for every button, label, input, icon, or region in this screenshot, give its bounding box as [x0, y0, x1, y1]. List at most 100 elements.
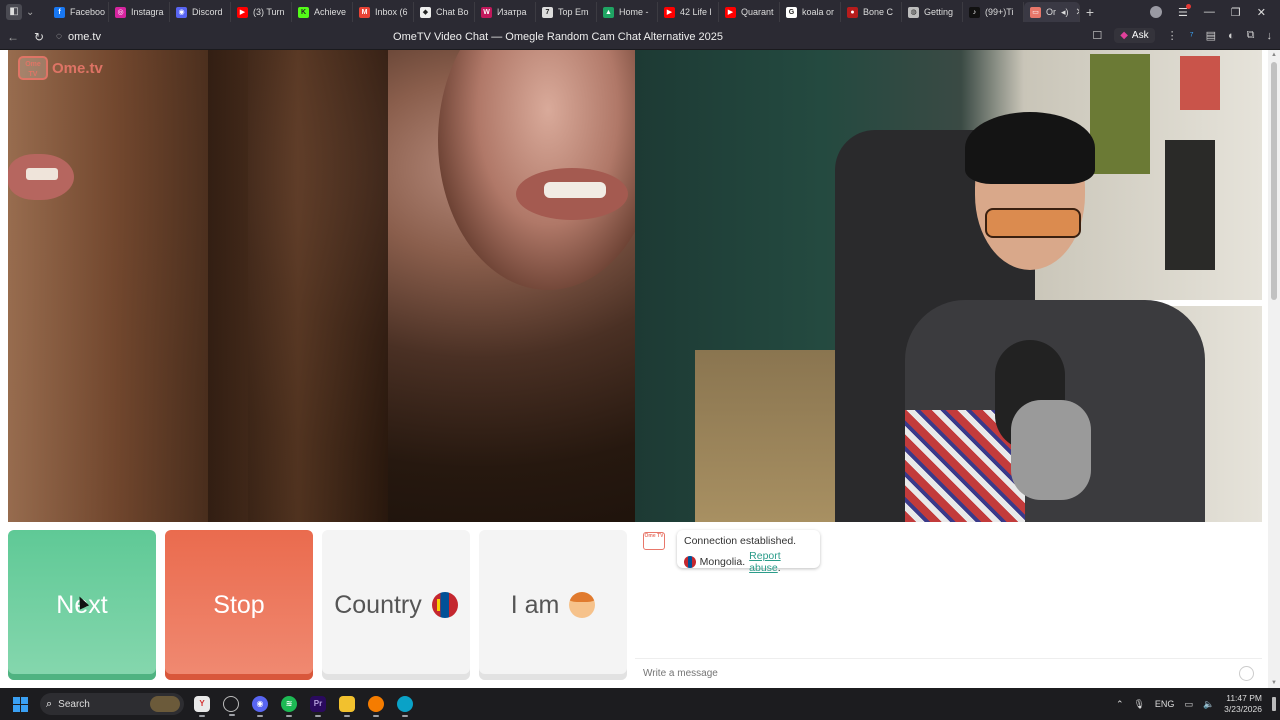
notification-dot — [1185, 3, 1191, 9]
translate-icon[interactable]: ⁷ — [1190, 30, 1194, 42]
pinned-apps: Y ◉ ≋ Pr — [194, 696, 413, 717]
close-window-button[interactable]: ✕ — [1257, 6, 1266, 19]
browser-menu-icon[interactable]: ☰ — [1178, 3, 1191, 19]
back-button[interactable]: ← — [0, 30, 26, 44]
chevron-up-icon[interactable]: ⌃ — [1116, 699, 1124, 710]
search-highlight-image — [150, 696, 180, 712]
stranger-video: Ome TV Ome.tv — [8, 50, 635, 522]
tab-label: Discord — [192, 7, 223, 17]
more-icon[interactable]: ⋮ — [1167, 29, 1178, 42]
address-bar-actions: ☐ ◆ Ask ⋮ ⁷ ▤ ◐ ⧉ ↓ — [1092, 28, 1272, 43]
page-scrollbar[interactable]: ▲ ▼ — [1268, 50, 1280, 688]
ometv-chat-icon: Ome TV — [643, 532, 665, 550]
tab-label: (99+)Ti — [985, 7, 1014, 17]
microphone-icon[interactable]: 🎙 — [1133, 699, 1144, 710]
mongolia-flag-icon — [431, 592, 458, 618]
browser-tab[interactable]: ◆ Chat Bo — [414, 2, 475, 22]
language-indicator[interactable]: ENG — [1155, 699, 1175, 709]
message-input[interactable] — [643, 668, 1223, 679]
video-mic-arm — [1011, 400, 1091, 500]
scroll-up-icon[interactable]: ▲ — [1268, 52, 1280, 58]
gender-label: I am — [510, 590, 560, 619]
logo-text: Ome.tv — [52, 59, 103, 77]
browser-tab-active[interactable]: ▭Or◂)✕ — [1024, 2, 1080, 22]
premiere-icon[interactable]: Pr — [310, 696, 326, 717]
tab-list: f Faceboo ◎ Instagra ◉ Discord ▶ (3) Turn K Achie… — [48, 0, 1150, 24]
ask-button[interactable]: ◆ Ask — [1114, 28, 1155, 43]
browser-tab[interactable]: ▶ 42 Life l — [658, 2, 719, 22]
spotify-icon[interactable]: ≋ — [281, 696, 297, 717]
browser-tab[interactable]: ◍ Getting — [902, 2, 963, 22]
start-button[interactable] — [0, 696, 40, 712]
facebook-icon: f — [54, 6, 65, 18]
chatbot-icon: ◆ — [420, 6, 431, 18]
browser-tab[interactable]: W Изатра — [475, 2, 536, 22]
tab-label: (3) Turn — [253, 7, 285, 17]
media-icon[interactable]: ◐ — [1228, 30, 1235, 42]
taskbar-search[interactable]: ⌕ Search — [40, 693, 184, 715]
video-face-right — [438, 50, 635, 290]
stop-button[interactable]: Stop — [165, 530, 313, 680]
display-icon[interactable]: ▭ — [1184, 699, 1193, 710]
browser-tab[interactable]: Gkoala or — [780, 2, 841, 22]
video-poster — [1090, 54, 1150, 174]
tab-label: koala or — [802, 7, 835, 17]
edge-icon[interactable] — [397, 696, 413, 717]
tab-label: Or — [1046, 7, 1056, 17]
tab-label: Chat Bo — [436, 7, 469, 17]
ometv-icon: ▭ — [1030, 6, 1041, 18]
report-suffix: . — [777, 562, 781, 574]
profile-avatar[interactable] — [1150, 6, 1163, 18]
browser-tab[interactable]: ◉ Discord — [170, 2, 231, 22]
sidebar-icon[interactable]: ⧉ — [1247, 29, 1255, 42]
windows-taskbar: ⌕ Search Y ◉ ≋ Pr ⌃ 🎙 ENG ▭ 🔈 11:47 PM 3… — [0, 688, 1280, 720]
reader-icon[interactable]: ▤ — [1206, 29, 1216, 42]
mongolia-flag-icon — [684, 556, 696, 568]
bookmark-icon[interactable]: ☐ — [1092, 29, 1102, 42]
scroll-thumb[interactable] — [1271, 62, 1277, 300]
windows-logo-icon — [12, 696, 28, 712]
tab-label: 42 Life l — [680, 7, 712, 17]
volume-icon[interactable]: 🔈 — [1203, 699, 1214, 710]
browser-tab[interactable]: ▶ (3) Turn — [231, 2, 292, 22]
ometv-logo[interactable]: Ome TV Ome.tv — [18, 56, 103, 80]
download-icon[interactable]: ↓ — [1267, 30, 1273, 42]
bone-icon: ● — [847, 6, 858, 18]
minimize-button[interactable]: — — [1204, 6, 1215, 18]
browser-tab[interactable]: K Achieve — [292, 2, 353, 22]
site-info-icon[interactable]: ◌ — [56, 31, 62, 42]
scroll-down-icon[interactable]: ▼ — [1268, 680, 1280, 686]
reload-button[interactable]: ↻ — [26, 30, 52, 44]
show-desktop-button[interactable] — [1272, 697, 1276, 711]
google-icon: G — [786, 6, 797, 18]
tab-strip-controls: ◧ ⌄ — [0, 4, 48, 20]
restore-button[interactable]: ❐ — [1231, 6, 1241, 19]
gender-button[interactable]: I am — [479, 530, 627, 680]
new-tab-button[interactable]: + — [1080, 4, 1100, 20]
browser-tab[interactable]: ▲ Home - — [597, 2, 658, 22]
audio-icon[interactable]: ◂) — [1061, 7, 1069, 18]
file-explorer-icon[interactable] — [339, 696, 355, 717]
browser-tab[interactable]: ▶ Quarant — [719, 2, 780, 22]
settings-icon[interactable] — [223, 696, 239, 716]
app-icon[interactable] — [368, 696, 384, 717]
browser-tab-bar: ◧ ⌄ f Faceboo ◎ Instagra ◉ Discord ▶ (3) Turn K A… — [0, 0, 1280, 24]
browser-tab[interactable]: f Faceboo — [48, 2, 109, 22]
browser-tab[interactable]: M Inbox (6 — [353, 2, 414, 22]
clock[interactable]: 11:47 PM 3/23/2026 — [1224, 693, 1262, 715]
link-icon: 7 — [542, 6, 553, 18]
browser-tab[interactable]: ♪ (99+)Ti — [963, 2, 1024, 22]
yandex-browser-icon[interactable]: Y — [194, 696, 210, 717]
browser-tab[interactable]: ● Bone C — [841, 2, 902, 22]
workspaces-icon[interactable]: ◧ — [6, 4, 22, 20]
emoji-icon[interactable] — [1239, 666, 1254, 681]
country-button[interactable]: Country — [322, 530, 470, 680]
discord-icon[interactable]: ◉ — [252, 696, 268, 717]
kick-icon: K — [298, 6, 309, 18]
globe-icon: ◍ — [908, 6, 919, 18]
browser-tab[interactable]: ◎ Instagra — [109, 2, 170, 22]
url-text[interactable]: ome.tv — [68, 31, 101, 43]
report-abuse-link[interactable]: Report abuse — [749, 550, 781, 574]
browser-tab[interactable]: 7 Top Em — [536, 2, 597, 22]
chevron-down-icon[interactable]: ⌄ — [26, 7, 34, 18]
